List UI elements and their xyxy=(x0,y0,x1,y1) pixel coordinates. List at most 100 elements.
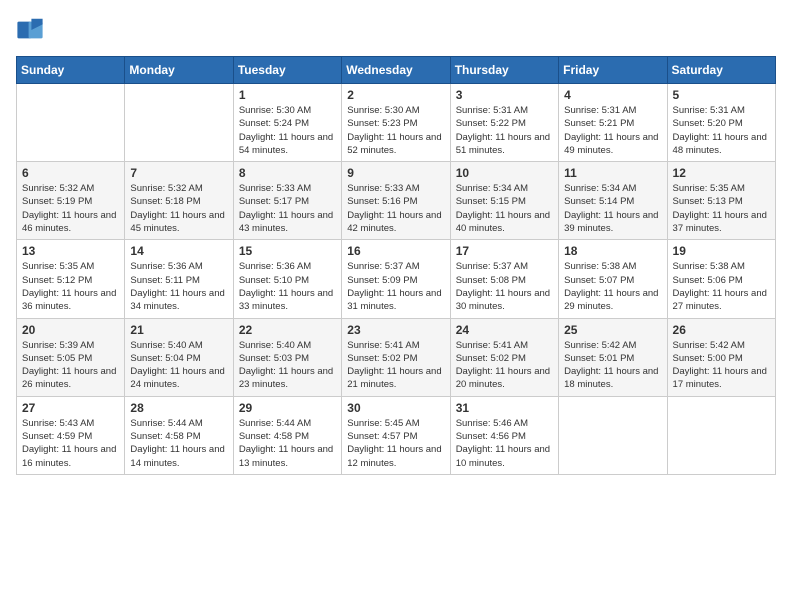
weekday-row: SundayMondayTuesdayWednesdayThursdayFrid… xyxy=(17,57,776,84)
day-number: 19 xyxy=(673,244,770,258)
calendar-cell: 31 Sunrise: 5:46 AMSunset: 4:56 PMDayligh… xyxy=(450,396,558,474)
day-number: 21 xyxy=(130,323,227,337)
calendar-cell: 13 Sunrise: 5:35 AMSunset: 5:12 PMDayligh… xyxy=(17,240,125,318)
weekday-header: Thursday xyxy=(450,57,558,84)
day-info: Sunrise: 5:34 AMSunset: 5:15 PMDaylight:… xyxy=(456,182,553,235)
weekday-header: Monday xyxy=(125,57,233,84)
day-info: Sunrise: 5:44 AMSunset: 4:58 PMDaylight:… xyxy=(130,417,227,470)
calendar-cell: 11 Sunrise: 5:34 AMSunset: 5:14 PMDayligh… xyxy=(559,162,667,240)
day-info: Sunrise: 5:42 AMSunset: 5:00 PMDaylight:… xyxy=(673,339,770,392)
calendar-cell: 9 Sunrise: 5:33 AMSunset: 5:16 PMDaylight… xyxy=(342,162,450,240)
calendar-cell: 20 Sunrise: 5:39 AMSunset: 5:05 PMDayligh… xyxy=(17,318,125,396)
calendar-cell: 16 Sunrise: 5:37 AMSunset: 5:09 PMDayligh… xyxy=(342,240,450,318)
calendar-cell: 23 Sunrise: 5:41 AMSunset: 5:02 PMDayligh… xyxy=(342,318,450,396)
day-info: Sunrise: 5:40 AMSunset: 5:04 PMDaylight:… xyxy=(130,339,227,392)
day-info: Sunrise: 5:41 AMSunset: 5:02 PMDaylight:… xyxy=(347,339,444,392)
calendar-cell: 8 Sunrise: 5:33 AMSunset: 5:17 PMDaylight… xyxy=(233,162,341,240)
calendar-week-row: 20 Sunrise: 5:39 AMSunset: 5:05 PMDayligh… xyxy=(17,318,776,396)
day-info: Sunrise: 5:34 AMSunset: 5:14 PMDaylight:… xyxy=(564,182,661,235)
logo xyxy=(16,16,46,44)
day-number: 12 xyxy=(673,166,770,180)
day-number: 26 xyxy=(673,323,770,337)
calendar-cell xyxy=(125,84,233,162)
day-number: 15 xyxy=(239,244,336,258)
day-number: 16 xyxy=(347,244,444,258)
day-info: Sunrise: 5:33 AMSunset: 5:16 PMDaylight:… xyxy=(347,182,444,235)
day-number: 5 xyxy=(673,88,770,102)
calendar-cell: 27Sunrise: 5:43 AMSunset: 4:59 PMDayligh… xyxy=(17,396,125,474)
day-info: Sunrise: 5:30 AMSunset: 5:24 PMDaylight:… xyxy=(239,104,336,157)
calendar-cell: 24Sunrise: 5:41 AMSunset: 5:02 PMDayligh… xyxy=(450,318,558,396)
calendar-cell: 4 Sunrise: 5:31 AMSunset: 5:21 PMDaylight… xyxy=(559,84,667,162)
calendar-week-row: 27Sunrise: 5:43 AMSunset: 4:59 PMDayligh… xyxy=(17,396,776,474)
day-info: Sunrise: 5:32 AMSunset: 5:18 PMDaylight:… xyxy=(130,182,227,235)
calendar-cell: 17 Sunrise: 5:37 AMSunset: 5:08 PMDayligh… xyxy=(450,240,558,318)
day-info: Sunrise: 5:40 AMSunset: 5:03 PMDaylight:… xyxy=(239,339,336,392)
calendar-cell: 7 Sunrise: 5:32 AMSunset: 5:18 PMDaylight… xyxy=(125,162,233,240)
day-info: Sunrise: 5:36 AMSunset: 5:10 PMDaylight:… xyxy=(239,260,336,313)
day-info: Sunrise: 5:41 AMSunset: 5:02 PMDaylight:… xyxy=(456,339,553,392)
calendar-cell: 15 Sunrise: 5:36 AMSunset: 5:10 PMDayligh… xyxy=(233,240,341,318)
day-info: Sunrise: 5:45 AMSunset: 4:57 PMDaylight:… xyxy=(347,417,444,470)
calendar-cell: 25 Sunrise: 5:42 AMSunset: 5:01 PMDayligh… xyxy=(559,318,667,396)
day-info: Sunrise: 5:46 AMSunset: 4:56 PMDaylight:… xyxy=(456,417,553,470)
day-info: Sunrise: 5:42 AMSunset: 5:01 PMDaylight:… xyxy=(564,339,661,392)
day-number: 23 xyxy=(347,323,444,337)
day-info: Sunrise: 5:37 AMSunset: 5:09 PMDaylight:… xyxy=(347,260,444,313)
calendar-cell: 29 Sunrise: 5:44 AMSunset: 4:58 PMDayligh… xyxy=(233,396,341,474)
day-info: Sunrise: 5:31 AMSunset: 5:22 PMDaylight:… xyxy=(456,104,553,157)
day-number: 8 xyxy=(239,166,336,180)
day-number: 7 xyxy=(130,166,227,180)
calendar-week-row: 13 Sunrise: 5:35 AMSunset: 5:12 PMDayligh… xyxy=(17,240,776,318)
calendar-week-row: 6Sunrise: 5:32 AMSunset: 5:19 PMDaylight… xyxy=(17,162,776,240)
day-number: 2 xyxy=(347,88,444,102)
day-number: 10 xyxy=(456,166,553,180)
calendar-cell: 12 Sunrise: 5:35 AMSunset: 5:13 PMDayligh… xyxy=(667,162,775,240)
day-number: 28 xyxy=(130,401,227,415)
calendar-table: SundayMondayTuesdayWednesdayThursdayFrid… xyxy=(16,56,776,475)
day-info: Sunrise: 5:43 AMSunset: 4:59 PMDaylight:… xyxy=(22,417,119,470)
weekday-header: Saturday xyxy=(667,57,775,84)
day-number: 13 xyxy=(22,244,119,258)
calendar-cell xyxy=(559,396,667,474)
day-number: 20 xyxy=(22,323,119,337)
day-info: Sunrise: 5:33 AMSunset: 5:17 PMDaylight:… xyxy=(239,182,336,235)
day-info: Sunrise: 5:31 AMSunset: 5:20 PMDaylight:… xyxy=(673,104,770,157)
calendar-cell: 3 Sunrise: 5:31 AMSunset: 5:22 PMDaylight… xyxy=(450,84,558,162)
calendar-week-row: 1Sunrise: 5:30 AMSunset: 5:24 PMDaylight… xyxy=(17,84,776,162)
day-number: 18 xyxy=(564,244,661,258)
page-header xyxy=(16,16,776,44)
day-info: Sunrise: 5:35 AMSunset: 5:12 PMDaylight:… xyxy=(22,260,119,313)
day-number: 30 xyxy=(347,401,444,415)
day-info: Sunrise: 5:37 AMSunset: 5:08 PMDaylight:… xyxy=(456,260,553,313)
day-number: 29 xyxy=(239,401,336,415)
calendar-cell: 22 Sunrise: 5:40 AMSunset: 5:03 PMDayligh… xyxy=(233,318,341,396)
day-info: Sunrise: 5:35 AMSunset: 5:13 PMDaylight:… xyxy=(673,182,770,235)
day-number: 22 xyxy=(239,323,336,337)
calendar-body: 1Sunrise: 5:30 AMSunset: 5:24 PMDaylight… xyxy=(17,84,776,475)
day-number: 4 xyxy=(564,88,661,102)
weekday-header: Friday xyxy=(559,57,667,84)
calendar-cell xyxy=(667,396,775,474)
day-number: 11 xyxy=(564,166,661,180)
day-info: Sunrise: 5:44 AMSunset: 4:58 PMDaylight:… xyxy=(239,417,336,470)
calendar-cell: 2 Sunrise: 5:30 AMSunset: 5:23 PMDaylight… xyxy=(342,84,450,162)
day-info: Sunrise: 5:32 AMSunset: 5:19 PMDaylight:… xyxy=(22,182,119,235)
calendar-cell: 14Sunrise: 5:36 AMSunset: 5:11 PMDayligh… xyxy=(125,240,233,318)
day-info: Sunrise: 5:30 AMSunset: 5:23 PMDaylight:… xyxy=(347,104,444,157)
day-info: Sunrise: 5:38 AMSunset: 5:07 PMDaylight:… xyxy=(564,260,661,313)
day-info: Sunrise: 5:31 AMSunset: 5:21 PMDaylight:… xyxy=(564,104,661,157)
calendar-cell: 19 Sunrise: 5:38 AMSunset: 5:06 PMDayligh… xyxy=(667,240,775,318)
day-number: 25 xyxy=(564,323,661,337)
day-info: Sunrise: 5:39 AMSunset: 5:05 PMDaylight:… xyxy=(22,339,119,392)
day-info: Sunrise: 5:36 AMSunset: 5:11 PMDaylight:… xyxy=(130,260,227,313)
calendar-cell: 10 Sunrise: 5:34 AMSunset: 5:15 PMDayligh… xyxy=(450,162,558,240)
calendar-cell: 6Sunrise: 5:32 AMSunset: 5:19 PMDaylight… xyxy=(17,162,125,240)
logo-icon xyxy=(16,16,44,44)
day-info: Sunrise: 5:38 AMSunset: 5:06 PMDaylight:… xyxy=(673,260,770,313)
day-number: 9 xyxy=(347,166,444,180)
calendar-cell: 1Sunrise: 5:30 AMSunset: 5:24 PMDaylight… xyxy=(233,84,341,162)
day-number: 17 xyxy=(456,244,553,258)
day-number: 31 xyxy=(456,401,553,415)
day-number: 3 xyxy=(456,88,553,102)
